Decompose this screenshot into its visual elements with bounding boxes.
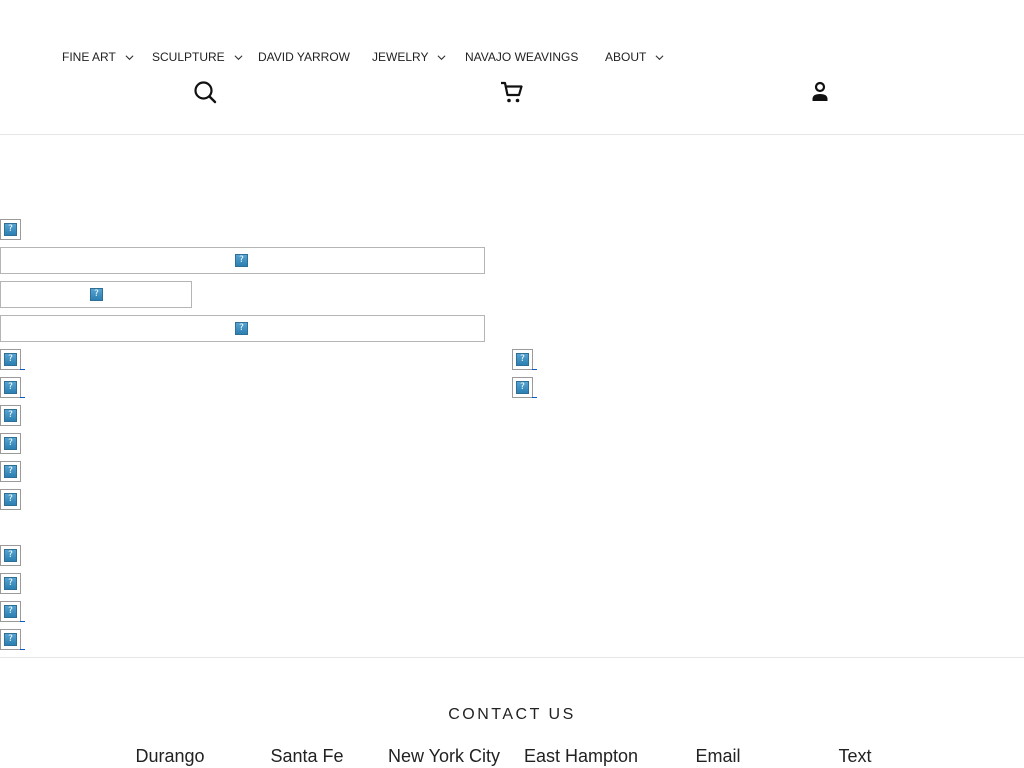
nav-item-about[interactable]: ABOUT	[605, 49, 664, 65]
cart-icon	[501, 81, 523, 103]
image-field: ?	[0, 315, 485, 342]
nav-label: SCULPTURE	[152, 50, 225, 64]
contact-link-new-york-city[interactable]: New York City	[374, 746, 514, 767]
broken-image-icon: ?	[0, 461, 21, 482]
broken-image-icon: ?	[0, 219, 21, 240]
broken-image-link[interactable]: ?	[512, 377, 533, 398]
chevron-down-icon	[125, 54, 134, 60]
nav-label: ABOUT	[605, 50, 647, 64]
broken-image-icon: ?	[235, 254, 248, 267]
contact-link-santa-fe[interactable]: Santa Fe	[237, 746, 377, 767]
site-header: FINE ART SCULPTURE DAVID YARROW JEWELRY …	[0, 0, 1024, 135]
nav-label: FINE ART	[62, 50, 116, 64]
broken-image-icon: ?	[235, 322, 248, 335]
contact-link-durango[interactable]: Durango	[100, 746, 240, 767]
contact-link-text[interactable]: Text	[785, 746, 925, 767]
broken-image-link[interactable]: ?	[0, 601, 21, 622]
chevron-down-icon	[234, 54, 243, 60]
nav-item-navajo-weavings[interactable]: NAVAJO WEAVINGS	[465, 49, 578, 65]
link-underline	[20, 397, 25, 398]
broken-image-link[interactable]: ?	[0, 349, 21, 370]
contact-title: CONTACT US	[448, 706, 576, 723]
account-button[interactable]	[808, 80, 832, 104]
nav-item-david-yarrow[interactable]: DAVID YARROW	[258, 49, 350, 65]
broken-image-icon: ?	[0, 545, 21, 566]
nav-label: DAVID YARROW	[258, 50, 351, 64]
link-underline	[20, 621, 25, 622]
nav-label: JEWELRY	[372, 50, 429, 64]
nav-item-jewelry[interactable]: JEWELRY	[372, 49, 446, 65]
broken-image-link[interactable]: ?	[512, 349, 533, 370]
account-icon	[812, 81, 828, 101]
contact-link-east-hampton[interactable]: East Hampton	[511, 746, 651, 767]
image-field: ?	[0, 281, 192, 308]
chevron-down-icon	[437, 54, 446, 60]
nav-item-sculpture[interactable]: SCULPTURE	[152, 49, 243, 65]
footer-divider	[0, 657, 1024, 658]
nav-item-fine-art[interactable]: FINE ART	[62, 49, 134, 65]
link-underline	[20, 369, 25, 370]
contact-link-email[interactable]: Email	[648, 746, 788, 767]
broken-image-icon: ?	[0, 433, 21, 454]
broken-image-icon: ?	[0, 405, 21, 426]
link-underline	[20, 649, 25, 650]
broken-image-link[interactable]: ?	[0, 377, 21, 398]
nav-label: NAVAJO WEAVINGS	[465, 50, 579, 64]
image-field: ?	[0, 247, 485, 274]
search-button[interactable]	[193, 80, 217, 104]
broken-image-icon: ?	[0, 489, 21, 510]
chevron-down-icon	[655, 54, 664, 60]
cart-button[interactable]	[500, 80, 524, 104]
broken-image-icon: ?	[90, 288, 103, 301]
broken-image-link[interactable]: ?	[0, 629, 21, 650]
search-icon	[194, 81, 217, 104]
link-underline	[532, 369, 537, 370]
broken-image-icon: ?	[0, 573, 21, 594]
link-underline	[532, 397, 537, 398]
